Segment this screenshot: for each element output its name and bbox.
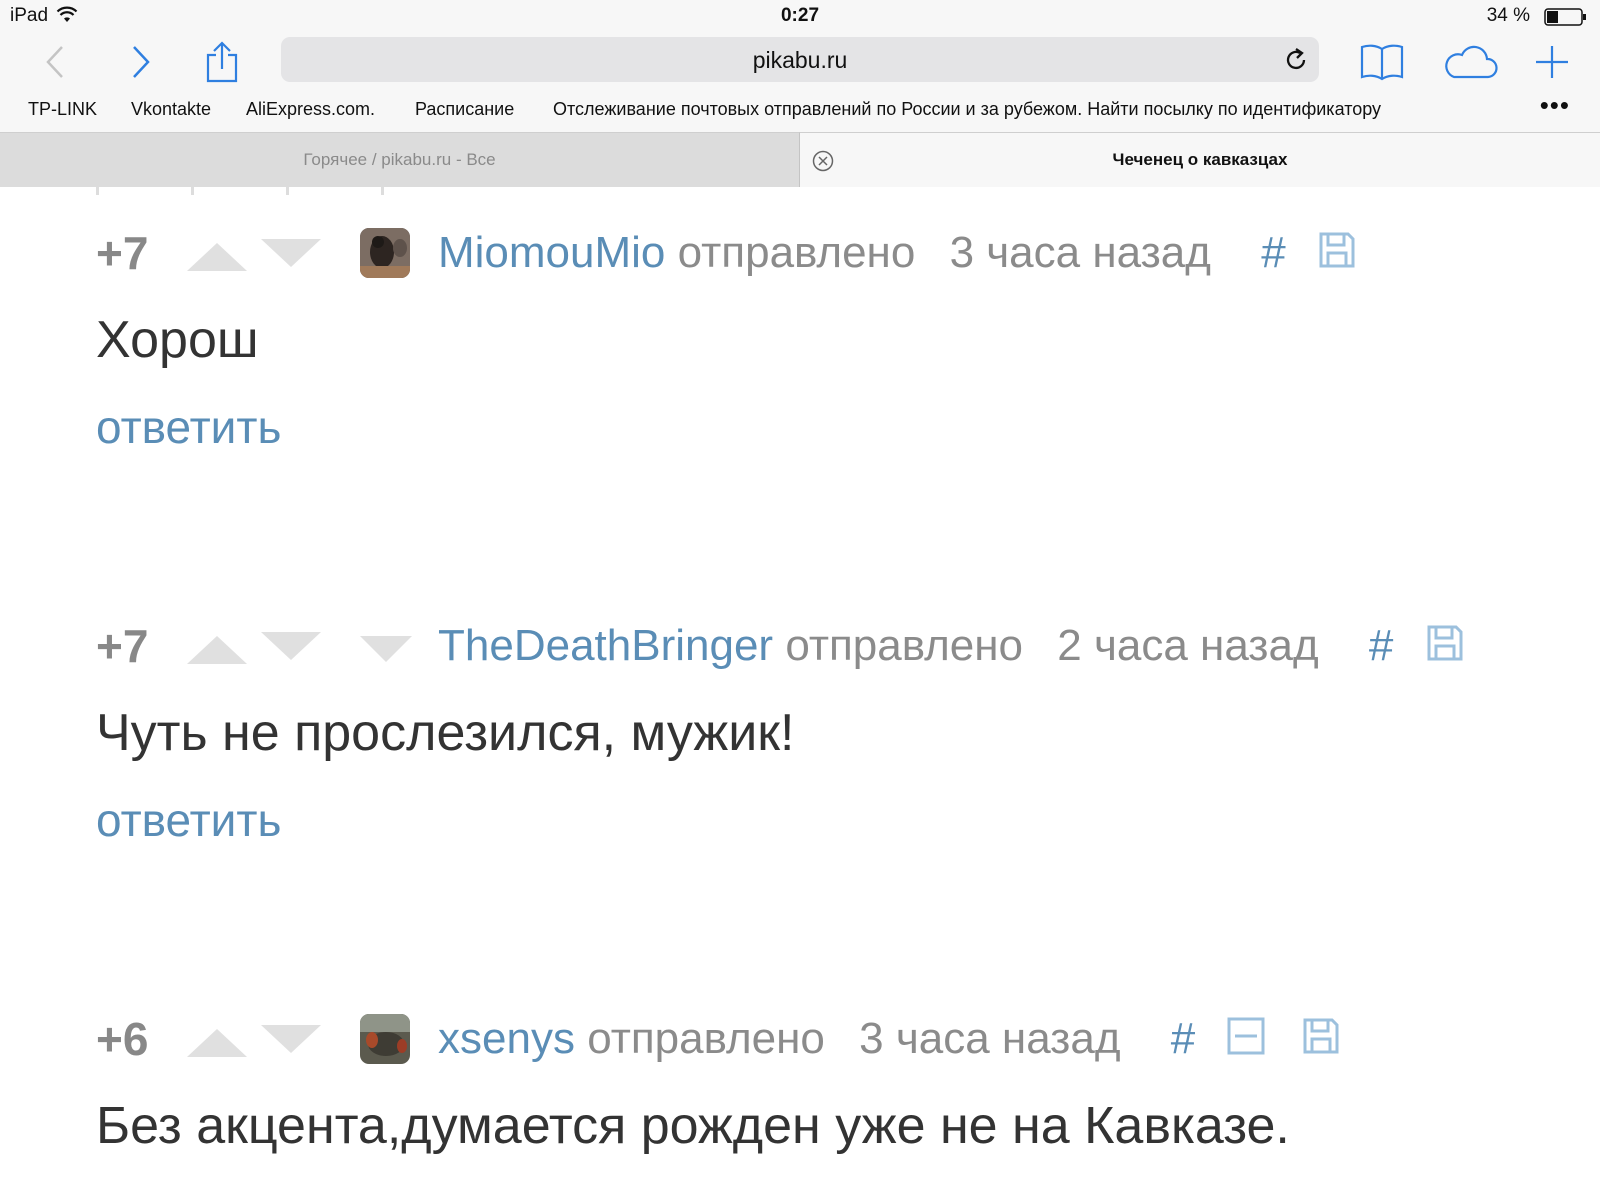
downvote-arrow-icon[interactable] bbox=[261, 237, 321, 271]
save-floppy-icon[interactable] bbox=[1426, 624, 1464, 662]
collapse-arrow-icon[interactable] bbox=[360, 634, 412, 664]
comment-meta: TheDeathBringer отправлено 2 часа назад … bbox=[438, 621, 1464, 673]
browser-toolbar: pikabu.ru bbox=[0, 34, 1600, 90]
comment-permalink[interactable]: # bbox=[1369, 621, 1393, 670]
bookmark-tp-link[interactable]: TP-LINK bbox=[28, 99, 97, 120]
comment-score: +6 bbox=[96, 1013, 149, 1065]
sent-label: отправлено bbox=[587, 1014, 825, 1063]
comment-meta: xsenys отправлено 3 часа назад # bbox=[438, 1014, 1340, 1066]
bookmark-vkontakte[interactable]: Vkontakte bbox=[131, 99, 211, 120]
tab-title: Горячее / pikabu.ru - Все bbox=[303, 150, 496, 169]
upvote-arrow-icon[interactable] bbox=[187, 1025, 247, 1059]
bookmarks-button[interactable] bbox=[1360, 34, 1404, 90]
battery-icon bbox=[1544, 8, 1586, 26]
comment-score: +7 bbox=[96, 620, 149, 672]
comment-time: 3 часа назад bbox=[949, 228, 1211, 277]
bookmarks-more-button[interactable]: ••• bbox=[1540, 90, 1570, 121]
comment-author-link[interactable]: MiomouMio bbox=[438, 228, 665, 277]
reply-link[interactable]: ответить bbox=[96, 400, 281, 454]
share-button[interactable] bbox=[204, 34, 240, 90]
separator-dots bbox=[96, 187, 384, 195]
bookmarks-book-icon bbox=[1360, 44, 1404, 81]
url-text: pikabu.ru bbox=[752, 47, 848, 73]
sent-label: отправлено bbox=[677, 228, 916, 277]
comment-text: Без акцента,думается рожден уже не на Ка… bbox=[96, 1097, 1290, 1155]
tab-hot[interactable]: Горячее / pikabu.ru - Все bbox=[0, 132, 800, 187]
clock: 0:27 bbox=[780, 5, 820, 26]
tab-bar: Горячее / pikabu.ru - Все Чеченец о кавк… bbox=[0, 132, 1600, 187]
comment-header: +7 MiomouMio отправлено 3 часа назад # bbox=[0, 226, 1600, 286]
back-button[interactable] bbox=[40, 34, 70, 90]
sent-label: отправлено bbox=[785, 621, 1024, 670]
comment-author-link[interactable]: xsenys bbox=[438, 1014, 575, 1063]
icloud-tabs-icon bbox=[1445, 45, 1498, 79]
comment-time: 3 часа назад bbox=[859, 1014, 1121, 1063]
reply-link[interactable]: ответить bbox=[96, 793, 281, 847]
bookmark-schedule[interactable]: Расписание bbox=[415, 99, 514, 120]
reload-icon[interactable] bbox=[1283, 47, 1309, 73]
bookmark-aliexpress[interactable]: AliExpress.com. bbox=[246, 99, 375, 120]
comment-header: +6 xsenys отправлено 3 часа назад # bbox=[0, 1012, 1600, 1072]
comment-actions bbox=[1227, 1016, 1339, 1066]
comment-text: Хорош bbox=[96, 311, 259, 369]
comment-meta: MiomouMio отправлено 3 часа назад # bbox=[438, 228, 1356, 280]
comment-header: +7 TheDeathBringer отправлено 2 часа наз… bbox=[0, 619, 1600, 679]
downvote-arrow-icon[interactable] bbox=[261, 1023, 321, 1057]
comment-permalink[interactable]: # bbox=[1261, 228, 1285, 277]
avatar[interactable] bbox=[360, 1014, 410, 1064]
upvote-arrow-icon[interactable] bbox=[187, 239, 247, 273]
comment-author-link[interactable]: TheDeathBringer bbox=[438, 621, 773, 670]
new-tab-button[interactable] bbox=[1534, 34, 1570, 90]
upvote-arrow-icon[interactable] bbox=[187, 632, 247, 666]
avatar[interactable] bbox=[360, 228, 410, 278]
forward-icon bbox=[133, 46, 150, 78]
tab-current[interactable]: Чеченец о кавказцах bbox=[800, 132, 1600, 187]
forward-button[interactable] bbox=[126, 34, 156, 90]
comment-score: +7 bbox=[96, 227, 149, 279]
comment-permalink[interactable]: # bbox=[1171, 1014, 1195, 1063]
icloud-tabs-button[interactable] bbox=[1442, 34, 1498, 90]
status-bar: iPad 0:27 34 % bbox=[0, 0, 1600, 34]
comment-text: Чуть не прослезился, мужик! bbox=[96, 704, 795, 762]
save-floppy-icon[interactable] bbox=[1318, 231, 1356, 269]
tab-title: Чеченец о кавказцах bbox=[1112, 150, 1288, 169]
comment-actions bbox=[1318, 230, 1356, 280]
collapse-minus-icon[interactable] bbox=[1227, 1017, 1265, 1055]
downvote-arrow-icon[interactable] bbox=[261, 630, 321, 664]
battery-percent: 34 % bbox=[1486, 5, 1530, 26]
bookmarks-bar: TP-LINK Vkontakte AliExpress.com. Распис… bbox=[0, 90, 1600, 132]
comment-time: 2 часа назад bbox=[1057, 621, 1319, 670]
share-icon bbox=[206, 41, 238, 83]
address-bar[interactable]: pikabu.ru bbox=[281, 37, 1319, 82]
back-icon bbox=[46, 46, 63, 78]
bookmark-post-tracking[interactable]: Отслеживание почтовых отправлений по Рос… bbox=[553, 99, 1381, 120]
comment-actions bbox=[1426, 623, 1464, 673]
new-tab-plus-icon bbox=[1536, 46, 1568, 78]
save-floppy-icon[interactable] bbox=[1302, 1017, 1340, 1055]
